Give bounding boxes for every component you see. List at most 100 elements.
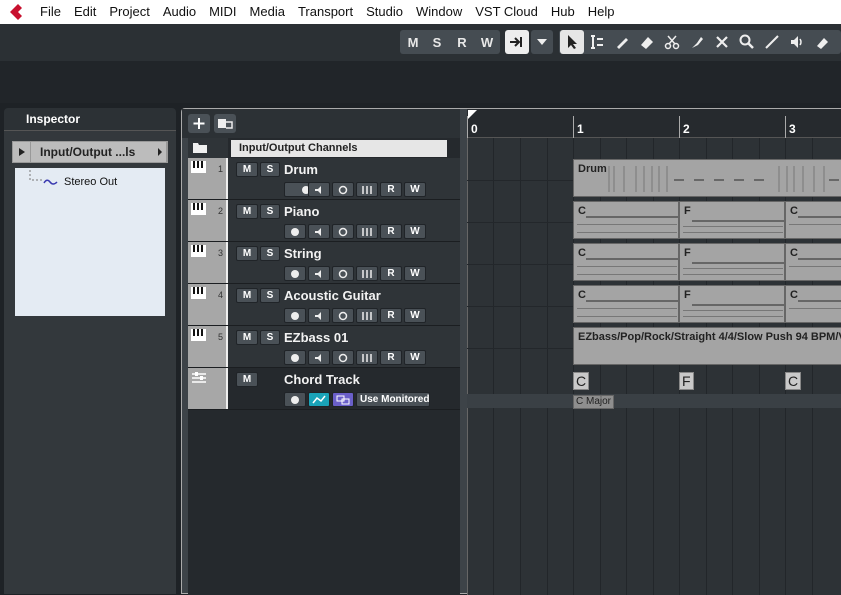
solo-button[interactable]: S (260, 246, 280, 261)
menu-transport[interactable]: Transport (292, 0, 360, 24)
record-enable-icon[interactable] (284, 224, 306, 239)
midi-part-guitar-1[interactable]: C (573, 285, 679, 323)
solo-button[interactable]: S (260, 204, 280, 219)
read-button[interactable]: R (380, 224, 402, 239)
track-name[interactable]: Acoustic Guitar (284, 288, 381, 303)
read-button[interactable]: R (380, 308, 402, 323)
menu-vst-cloud[interactable]: VST Cloud (469, 0, 545, 24)
io-channel-selector[interactable]: Input/Output ...ls (12, 141, 168, 163)
chord-event-1[interactable]: C (573, 372, 590, 390)
midi-part-string-3[interactable]: C (785, 243, 841, 281)
midi-part-guitar-2[interactable]: F (679, 285, 785, 323)
mute-all-button[interactable]: M (402, 30, 424, 54)
track-piano[interactable]: 2 Piano M S R W (188, 200, 460, 242)
chevron-right-icon[interactable] (157, 142, 167, 162)
midi-part-string-1[interactable]: C (573, 243, 679, 281)
zoom-tool-icon[interactable] (736, 30, 758, 54)
timeline-ruler[interactable]: 0 1 2 3 (467, 109, 841, 138)
range-tool-icon[interactable] (586, 30, 608, 54)
write-button[interactable]: W (404, 224, 426, 239)
mute-button[interactable]: M (236, 330, 258, 345)
eraser-tool-icon[interactable] (636, 30, 658, 54)
scale-event[interactable]: C Major (573, 395, 615, 409)
solo-all-button[interactable]: S (426, 30, 448, 54)
track-drum[interactable]: 1 Drum M S R W (188, 158, 460, 200)
midi-part-piano-1[interactable]: C (573, 201, 679, 239)
write-all-button[interactable]: W (476, 30, 498, 54)
instrument-icon[interactable] (356, 266, 378, 281)
record-enable-icon[interactable] (284, 266, 306, 281)
track-acoustic-guitar[interactable]: 4 Acoustic Guitar M S R W (188, 284, 460, 326)
menu-midi[interactable]: MIDI (203, 0, 243, 24)
track-presets-icon[interactable] (214, 114, 236, 133)
monitor-icon[interactable] (308, 350, 330, 365)
write-button[interactable]: W (404, 308, 426, 323)
record-enable-icon[interactable] (284, 392, 306, 407)
monitor-icon[interactable] (308, 182, 330, 197)
instrument-icon[interactable] (356, 308, 378, 323)
mute-tool-icon[interactable] (711, 30, 733, 54)
solo-button[interactable]: S (260, 162, 280, 177)
autoscroll-icon[interactable] (505, 30, 529, 54)
menu-window[interactable]: Window (410, 0, 469, 24)
edit-channel-icon[interactable] (332, 350, 354, 365)
read-button[interactable]: R (380, 266, 402, 281)
midi-part-piano-3[interactable]: C (785, 201, 841, 239)
inspector-tab[interactable]: Inspector (10, 108, 104, 130)
chord-event-2[interactable]: F (679, 372, 694, 390)
mute-button[interactable]: M (236, 246, 258, 261)
midi-part-ezbass[interactable]: EZbass/Pop/Rock/Straight 4/4/Slow Push 9… (573, 327, 841, 365)
solo-button[interactable]: S (260, 330, 280, 345)
read-button[interactable]: R (380, 350, 402, 365)
record-enable-icon[interactable] (284, 308, 306, 323)
expand-icon[interactable] (13, 142, 31, 162)
write-button[interactable]: W (404, 182, 426, 197)
glue-tool-icon[interactable] (686, 30, 708, 54)
track-chord[interactable]: Chord Track M Use Monitored (188, 368, 460, 410)
midi-part-guitar-3[interactable]: C (785, 285, 841, 323)
menu-media[interactable]: Media (244, 0, 292, 24)
cubase-logo-icon[interactable] (0, 0, 34, 24)
read-button[interactable]: R (380, 182, 402, 197)
menu-studio[interactable]: Studio (360, 0, 410, 24)
track-name[interactable]: Drum (284, 162, 318, 177)
mute-button[interactable]: M (236, 372, 258, 387)
stereo-out-item[interactable]: Stereo Out (64, 176, 117, 188)
folder-track[interactable]: Input/Output Channels (188, 138, 460, 158)
track-string[interactable]: 3 String M S R W (188, 242, 460, 284)
track-name[interactable]: String (284, 246, 322, 261)
edit-channel-icon[interactable] (332, 224, 354, 239)
record-enable-icon[interactable] (284, 350, 306, 365)
color-tool-icon[interactable] (811, 30, 833, 54)
write-button[interactable]: W (404, 266, 426, 281)
mute-button[interactable]: M (236, 162, 258, 177)
read-all-button[interactable]: R (451, 30, 473, 54)
use-monitored-button[interactable]: Use Monitored (356, 392, 430, 407)
scissors-tool-icon[interactable] (661, 30, 683, 54)
midi-part-string-2[interactable]: F (679, 243, 785, 281)
menu-edit[interactable]: Edit (68, 0, 103, 24)
menu-audio[interactable]: Audio (157, 0, 203, 24)
solo-button[interactable]: S (260, 288, 280, 303)
add-track-icon[interactable] (188, 114, 210, 133)
auto-lanes-icon[interactable] (308, 392, 330, 407)
track-name[interactable]: EZbass 01 (284, 330, 348, 345)
track-ezbass[interactable]: 5 EZbass 01 M S R W (188, 326, 460, 368)
monitor-icon[interactable] (308, 266, 330, 281)
mute-button[interactable]: M (236, 288, 258, 303)
instrument-icon[interactable] (356, 350, 378, 365)
line-tool-icon[interactable] (761, 30, 783, 54)
edit-channel-icon[interactable] (332, 182, 354, 197)
menu-help[interactable]: Help (582, 0, 622, 24)
edit-channel-icon[interactable] (332, 266, 354, 281)
instrument-icon[interactable] (356, 182, 378, 197)
menu-hub[interactable]: Hub (545, 0, 582, 24)
instrument-icon[interactable] (356, 224, 378, 239)
menu-project[interactable]: Project (103, 0, 156, 24)
chevron-down-icon[interactable] (531, 30, 553, 54)
edit-channel-icon[interactable] (332, 308, 354, 323)
track-name[interactable]: Chord Track (284, 372, 360, 387)
play-tool-icon[interactable] (786, 30, 808, 54)
track-name[interactable]: Piano (284, 204, 319, 219)
chord-assistant-icon[interactable] (332, 392, 354, 407)
